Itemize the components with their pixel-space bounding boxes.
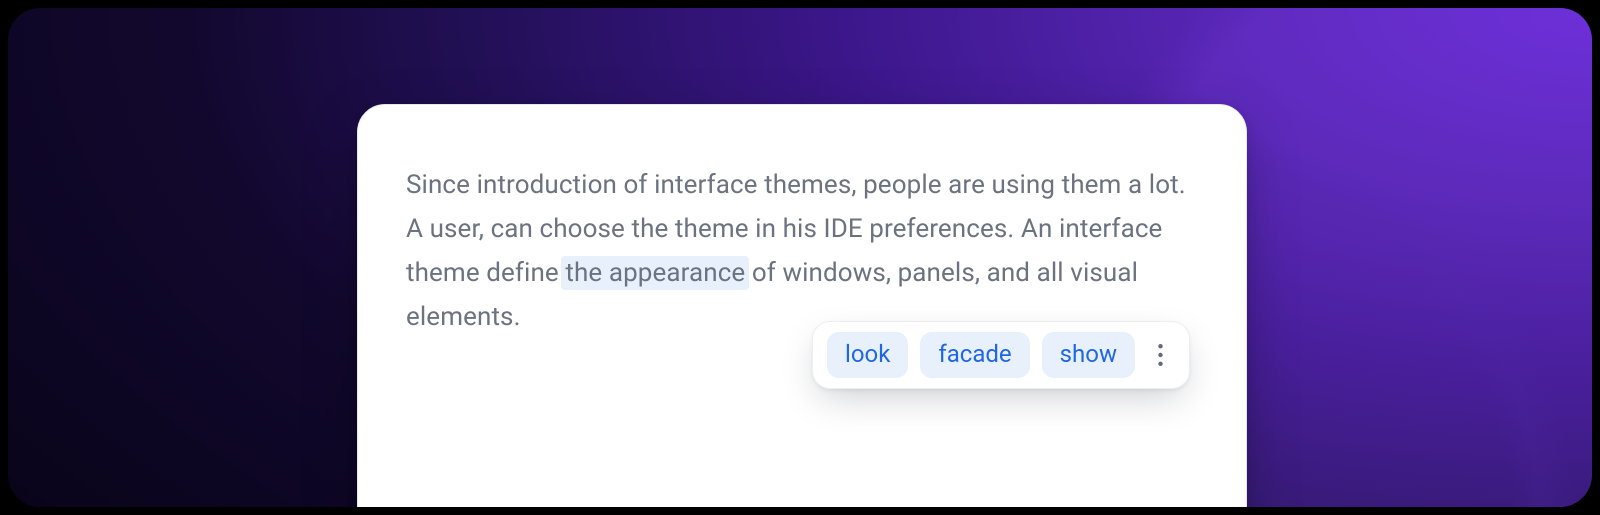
editor-card: Since introduction of interface themes, … bbox=[357, 104, 1247, 507]
suggestions-popover: look facade show bbox=[812, 321, 1190, 389]
suggestion-chip-2[interactable]: facade bbox=[920, 332, 1029, 378]
editor-text[interactable]: Since introduction of interface themes, … bbox=[406, 163, 1198, 339]
background-panel: Since introduction of interface themes, … bbox=[8, 8, 1592, 507]
screenshot-root: Since introduction of interface themes, … bbox=[0, 0, 1600, 515]
suggestion-chip-1[interactable]: look bbox=[827, 332, 908, 378]
highlighted-span[interactable]: the appearance bbox=[561, 256, 749, 290]
more-options-button[interactable] bbox=[1147, 335, 1175, 375]
suggestion-chip-3[interactable]: show bbox=[1042, 332, 1135, 378]
more-vertical-icon bbox=[1158, 344, 1163, 366]
